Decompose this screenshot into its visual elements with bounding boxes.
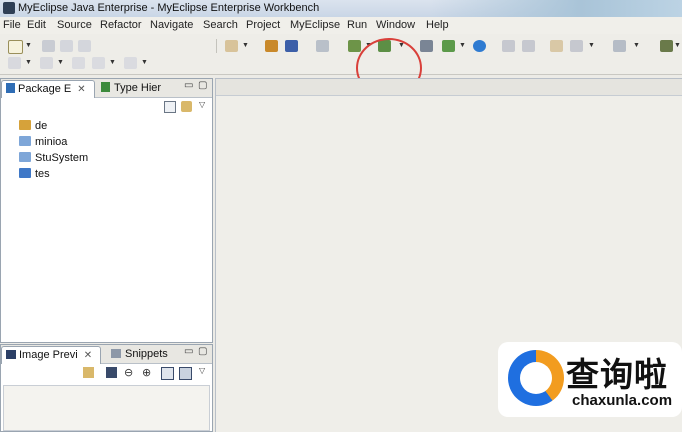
task-icon[interactable] [522, 40, 535, 52]
open-type-icon[interactable] [420, 40, 433, 52]
chevron-down-icon[interactable]: ▼ [459, 42, 466, 49]
zoom-out-icon[interactable]: ⊖ [124, 366, 133, 379]
save-icon[interactable] [42, 40, 55, 52]
project-icon [19, 120, 31, 130]
chevron-down-icon[interactable]: ▼ [141, 59, 148, 66]
last-edit-icon[interactable] [72, 57, 85, 69]
forward-icon[interactable] [124, 57, 137, 69]
package-explorer-toolbar: ▽ [1, 98, 212, 115]
debug-icon[interactable] [348, 40, 361, 52]
editor-tabstrip [216, 79, 682, 96]
bottom-view-tabstrip: Image Previ ✕ Snippets ▭ ▢ [1, 345, 212, 364]
minimize-icon[interactable]: ▭ [184, 346, 193, 357]
perspective-icon[interactable] [613, 40, 626, 52]
collapse-all-icon[interactable] [164, 101, 176, 113]
tab-snippets[interactable]: Snippets [111, 346, 168, 363]
menu-myeclipse[interactable]: MyEclipse [290, 19, 340, 31]
link-editor-icon[interactable] [181, 101, 192, 112]
browser-icon[interactable] [316, 40, 329, 52]
snippets-icon [111, 349, 121, 358]
external-tools-icon[interactable] [442, 40, 455, 52]
hierarchy-icon [101, 82, 110, 92]
tree-item-stusystem[interactable]: StuSystem [19, 151, 88, 166]
save-all-icon[interactable] [60, 40, 73, 52]
fit-icon[interactable] [106, 367, 117, 378]
chevron-down-icon[interactable]: ▼ [109, 59, 116, 66]
app-icon [3, 2, 15, 14]
back-icon[interactable] [92, 57, 105, 69]
next-annotation-icon[interactable] [8, 57, 21, 69]
globe-icon[interactable] [473, 40, 486, 52]
image-preview-area [3, 385, 210, 431]
main-toolbar: ▼ ▼ ▼ ▼ ▼ ▼ ▼ ▼ ▼ ▼ ▼ ▼ [0, 34, 682, 98]
close-icon[interactable]: ✕ [84, 350, 92, 361]
image-preview-view: Image Previ ✕ Snippets ▭ ▢ ⊖ ⊕ ▽ [0, 344, 213, 432]
new-icon[interactable] [8, 40, 23, 54]
search-icon[interactable] [502, 40, 515, 52]
menu-search[interactable]: Search [203, 19, 238, 31]
new-wizard-icon[interactable] [550, 40, 563, 52]
run-server-icon[interactable] [285, 40, 298, 52]
chevron-down-icon[interactable]: ▼ [242, 42, 249, 49]
taskbar-overlay [430, 0, 682, 17]
menu-edit[interactable]: Edit [27, 19, 46, 31]
java-project-icon [19, 168, 31, 178]
package-icon [6, 83, 15, 93]
minimize-icon[interactable]: ▭ [184, 80, 193, 91]
watermark: 查询啦 chaxunla.com [498, 342, 682, 417]
package-explorer-view: Package E ✕ Type Hier ▭ ▢ ▽ de minioa Stu… [0, 78, 213, 343]
watermark-text-cn: 查询啦 [566, 356, 668, 393]
watermark-text-en: chaxunla.com [572, 392, 673, 409]
menu-bar: File Edit Source Refactor Navigate Searc… [0, 17, 682, 34]
close-icon[interactable]: ✕ [77, 84, 85, 95]
view-menu-icon[interactable]: ▽ [199, 366, 205, 375]
view-menu-icon[interactable]: ▽ [199, 100, 205, 109]
db-icon[interactable] [570, 40, 583, 52]
image-preview-toolbar: ⊖ ⊕ ▽ [1, 364, 212, 381]
image-icon [6, 350, 16, 359]
folder-icon [19, 136, 31, 146]
menu-project[interactable]: Project [246, 19, 280, 31]
menu-help[interactable]: Help [426, 19, 449, 31]
tree-item-minioa[interactable]: minioa [19, 135, 67, 150]
zoom-in-icon[interactable]: ⊕ [142, 366, 151, 379]
tab-type-hierarchy[interactable]: Type Hier [101, 80, 161, 97]
menu-source[interactable]: Source [57, 19, 92, 31]
tree-item-tes[interactable]: tes [19, 167, 50, 182]
tab-image-preview[interactable]: Image Previ ✕ [1, 346, 101, 364]
chevron-down-icon[interactable]: ▼ [674, 42, 681, 49]
tree-item-de[interactable]: de [19, 119, 47, 134]
gear-icon[interactable] [660, 40, 673, 52]
chevron-down-icon[interactable]: ▼ [57, 59, 64, 66]
maximize-icon[interactable]: ▢ [198, 346, 207, 357]
tab-package-explorer[interactable]: Package E ✕ [1, 80, 95, 98]
toolbar-separator [216, 39, 217, 53]
window-title: MyEclipse Java Enterprise - MyEclipse En… [18, 2, 320, 14]
actual-size-icon[interactable] [161, 367, 174, 380]
server-icon[interactable] [265, 40, 278, 52]
deploy-icon[interactable] [225, 40, 238, 52]
menu-file[interactable]: File [3, 19, 21, 31]
chevron-down-icon[interactable]: ▼ [588, 42, 595, 49]
package-explorer-tabstrip: Package E ✕ Type Hier ▭ ▢ [1, 79, 212, 98]
folder-icon [19, 152, 31, 162]
menu-refactor[interactable]: Refactor [100, 19, 142, 31]
fullscreen-icon[interactable] [179, 367, 192, 380]
link-icon[interactable] [83, 367, 94, 378]
maximize-icon[interactable]: ▢ [198, 80, 207, 91]
chevron-down-icon[interactable]: ▼ [633, 42, 640, 49]
menu-window[interactable]: Window [376, 19, 415, 31]
watermark-logo-icon [508, 350, 564, 406]
window-title-bar: MyEclipse Java Enterprise - MyEclipse En… [0, 0, 682, 18]
prev-annotation-icon[interactable] [40, 57, 53, 69]
menu-navigate[interactable]: Navigate [150, 19, 193, 31]
menu-run[interactable]: Run [347, 19, 367, 31]
chevron-down-icon[interactable]: ▼ [25, 42, 32, 49]
chevron-down-icon[interactable]: ▼ [25, 59, 32, 66]
print-icon[interactable] [78, 40, 91, 52]
